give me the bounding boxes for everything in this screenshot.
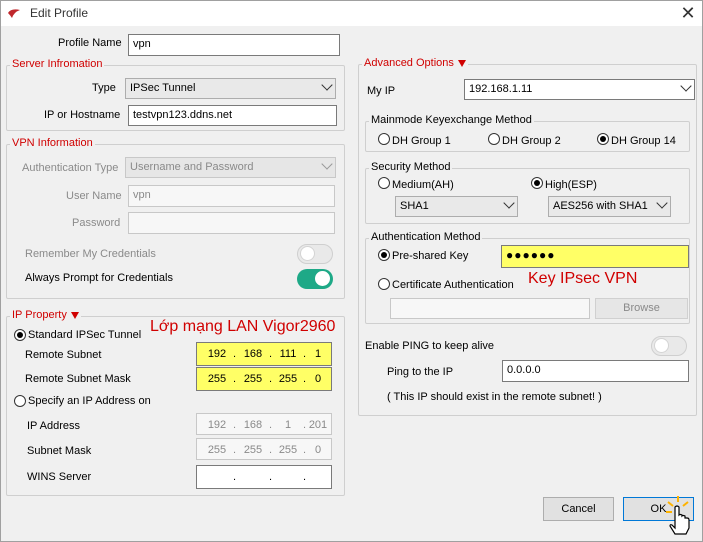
- prompt-toggle[interactable]: [297, 269, 333, 289]
- user-name-input[interactable]: vpn: [128, 185, 335, 207]
- my-ip-value: 192.168.1.11: [469, 83, 533, 95]
- dh-group-14-radio[interactable]: [597, 133, 609, 145]
- auth-type-value: Username and Password: [130, 161, 254, 173]
- server-info-legend: Server Infromation: [10, 58, 105, 70]
- auth-method-legend: Authentication Method: [369, 231, 483, 243]
- ping-ip-label: Ping to the IP: [387, 366, 454, 378]
- user-name-label: User Name: [66, 190, 122, 202]
- dh-group-2-label: DH Group 2: [502, 135, 561, 147]
- ping-ip-input[interactable]: 0.0.0.0: [502, 360, 689, 382]
- medium-ah-label: Medium(AH): [392, 179, 454, 191]
- remote-subnet-input[interactable]: 192. 168. 111. 1: [196, 342, 332, 366]
- high-esp-label: High(ESP): [545, 179, 597, 191]
- security-legend: Security Method: [369, 161, 453, 173]
- close-icon[interactable]: ✕: [676, 3, 700, 23]
- remote-mask-input[interactable]: 255. 255. 255. 0: [196, 367, 332, 391]
- ip-address-input[interactable]: 192. 168. 1. 201: [196, 413, 332, 435]
- standard-label: Standard IPSec Tunnel: [28, 329, 142, 341]
- ping-note: ( This IP should exist in the remote sub…: [387, 391, 602, 403]
- profile-name-label: Profile Name: [58, 37, 122, 49]
- ip-property-legend: IP Property: [10, 309, 81, 321]
- dropdown-triangle-icon: [457, 59, 466, 67]
- lan-annotation: Lớp mạng LAN Vigor2960: [150, 318, 336, 335]
- medium-ah-value: SHA1: [400, 200, 429, 212]
- dh-group-2-radio[interactable]: [488, 133, 500, 145]
- type-value: IPSec Tunnel: [130, 82, 196, 94]
- medium-ah-radio[interactable]: [378, 177, 390, 189]
- cancel-button[interactable]: Cancel: [543, 497, 614, 521]
- wins-label: WINS Server: [27, 471, 92, 483]
- ip-address-label: IP Address: [27, 420, 80, 432]
- password-input[interactable]: [128, 212, 335, 234]
- chevron-down-icon: [321, 79, 333, 91]
- ping-toggle[interactable]: [651, 336, 687, 356]
- remote-subnet-label: Remote Subnet: [25, 349, 102, 361]
- host-input[interactable]: testvpn123.ddns.net: [128, 105, 337, 126]
- psk-label: Pre-shared Key: [392, 250, 469, 262]
- key-annotation: Key IPsec VPN: [528, 270, 638, 287]
- vpn-info-legend: VPN Information: [10, 137, 95, 149]
- psk-radio[interactable]: [378, 249, 390, 261]
- remote-mask-label: Remote Subnet Mask: [25, 373, 131, 385]
- chevron-down-icon: [680, 80, 692, 92]
- chevron-down-icon: [321, 158, 333, 170]
- cert-auth-radio[interactable]: [378, 278, 390, 290]
- window-title: Edit Profile: [30, 6, 89, 20]
- chevron-down-icon: [656, 197, 668, 209]
- remember-label: Remember My Credentials: [25, 248, 156, 260]
- auth-type-label: Authentication Type: [22, 162, 119, 174]
- high-esp-select[interactable]: AES256 with SHA1: [548, 196, 671, 217]
- psk-input[interactable]: ●●●●●●: [501, 245, 689, 268]
- title-bar: [0, 0, 703, 26]
- hand-cursor-icon: [666, 496, 690, 535]
- dropdown-triangle-icon: [70, 311, 79, 319]
- ping-label: Enable PING to keep alive: [365, 340, 495, 352]
- mainmode-legend: Mainmode Keyexchange Method: [369, 114, 534, 126]
- dh-group-1-radio[interactable]: [378, 133, 390, 145]
- standard-radio[interactable]: [14, 329, 26, 341]
- medium-ah-select[interactable]: SHA1: [395, 196, 518, 217]
- host-label: IP or Hostname: [44, 109, 121, 121]
- cert-path-input[interactable]: [390, 298, 590, 319]
- wins-input[interactable]: . . .: [196, 465, 332, 489]
- specify-radio[interactable]: [14, 395, 26, 407]
- specify-label: Specify an IP Address on: [28, 395, 151, 407]
- my-ip-label: My IP: [367, 85, 396, 97]
- profile-name-input[interactable]: vpn: [128, 34, 340, 56]
- password-label: Password: [72, 217, 121, 229]
- chevron-down-icon: [503, 197, 515, 209]
- high-esp-radio[interactable]: [531, 177, 543, 189]
- type-label: Type: [92, 82, 116, 94]
- cert-auth-label: Certificate Authentication: [392, 279, 514, 291]
- my-ip-select[interactable]: 192.168.1.11: [464, 79, 695, 100]
- subnet-mask-label: Subnet Mask: [27, 445, 92, 457]
- auth-type-select[interactable]: Username and Password: [125, 157, 336, 178]
- dh-group-14-label: DH Group 14: [611, 135, 676, 147]
- subnet-mask-input[interactable]: 255. 255. 255. 0: [196, 438, 332, 460]
- dh-group-1-label: DH Group 1: [392, 135, 451, 147]
- remember-toggle[interactable]: [297, 244, 333, 264]
- browse-button[interactable]: Browse: [595, 298, 688, 319]
- prompt-label: Always Prompt for Credentials: [25, 272, 173, 284]
- type-select[interactable]: IPSec Tunnel: [125, 78, 336, 99]
- app-icon: [8, 9, 20, 18]
- advanced-legend: Advanced Options: [362, 57, 468, 69]
- high-esp-value: AES256 with SHA1: [553, 200, 648, 212]
